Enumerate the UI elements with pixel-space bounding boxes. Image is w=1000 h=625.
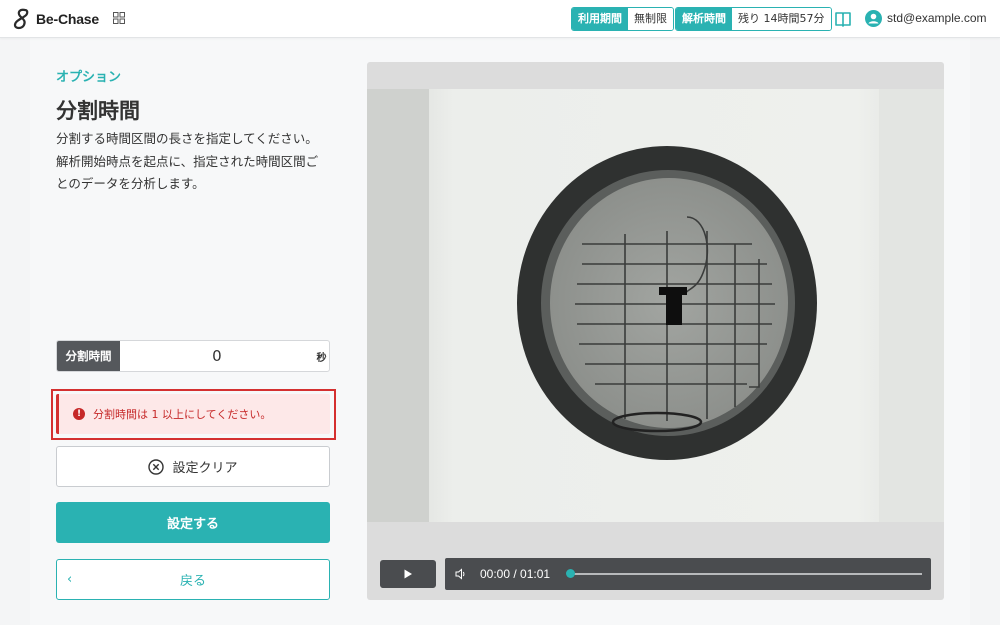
header: Be-Chase 利用期間 無制限 解析時間 残り 14時間57分 std@ex… [0,0,1000,38]
clear-settings-button[interactable]: 設定クリア [56,446,330,487]
volume-icon[interactable] [455,568,467,580]
section-label: オプション [56,70,122,85]
time-display: 00:00 / 01:01 [480,567,551,581]
split-time-field: 分割時間 秒 [56,340,330,372]
logo[interactable]: Be-Chase [12,7,99,31]
play-icon [404,569,412,579]
error-icon: ! [73,408,85,420]
progress-thumb[interactable] [566,569,575,578]
analysis-time-value: 残り 14時間57分 [732,8,831,30]
analysis-time-badge: 解析時間 残り 14時間57分 [675,7,832,31]
play-button[interactable] [380,560,436,588]
video-controls: 00:00 / 01:01 [367,532,944,600]
back-button[interactable]: ‹ 戻る [56,559,330,600]
progress-track[interactable] [569,573,922,575]
description: 分割する時間区間の長さを指定してください。 解析開始時点を起点に、指定された時間… [56,128,326,196]
app-grid-icon[interactable] [113,12,125,24]
clear-settings-label: 設定クリア [172,461,238,476]
user-email[interactable]: std@example.com [887,11,987,25]
page-title: 分割時間 [56,99,140,123]
logo-text: Be-Chase [36,11,99,27]
analysis-time-label: 解析時間 [676,8,732,30]
logo-mark-icon [13,8,29,30]
usage-period-badge: 利用期間 無制限 [571,7,674,31]
description-line: 解析開始時点を起点に、指定された時間区間ご [56,153,319,169]
usage-period-label: 利用期間 [572,8,628,30]
description-line: 分割する時間区間の長さを指定してください。 [56,131,318,146]
video-player: 00:00 / 01:01 [367,62,944,600]
circle-x-icon [148,458,165,475]
error-message: 分割時間は 1 以上にしてください。 [93,408,272,421]
usage-period-value: 無制限 [628,8,673,30]
description-line: とのデータを分析します。 [56,176,205,191]
split-time-label: 分割時間 [57,341,120,371]
error-alert: ! 分割時間は 1 以上にしてください。 [56,394,330,434]
split-time-unit: 秒 [316,352,327,364]
apply-settings-label: 設定する [166,517,219,532]
user-avatar-icon[interactable] [865,10,882,27]
audio-bar: 00:00 / 01:01 [445,558,931,590]
manual-book-icon[interactable] [834,10,852,28]
back-label: 戻る [179,574,206,589]
chevron-left-icon: ‹ [67,572,73,587]
apply-settings-button[interactable]: 設定する [56,502,330,543]
video-frame[interactable] [367,89,944,522]
split-time-input[interactable] [119,341,314,371]
